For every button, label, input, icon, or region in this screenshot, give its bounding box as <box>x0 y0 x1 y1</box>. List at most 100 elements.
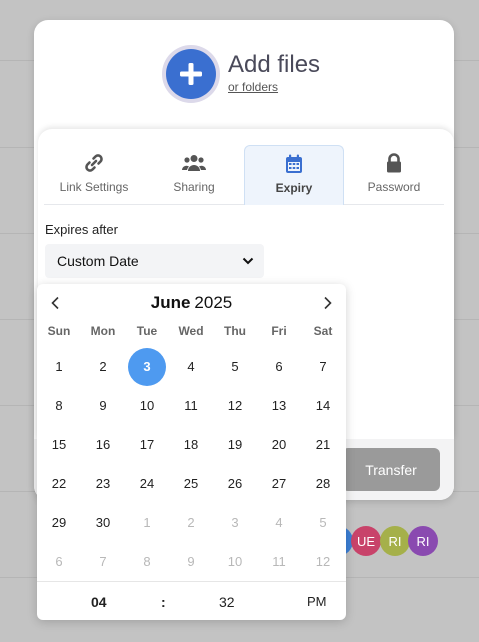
chevron-down-icon <box>242 257 254 265</box>
calendar-day[interactable]: 17 <box>125 425 169 464</box>
add-folders-link[interactable]: or folders <box>228 80 278 94</box>
calendar-day[interactable]: 6 <box>257 347 301 386</box>
calendar-day-next-month[interactable]: 5 <box>301 503 345 542</box>
avatar[interactable]: RI <box>408 526 438 556</box>
avatar[interactable]: UE <box>351 526 381 556</box>
weekday-label: Fri <box>271 324 287 338</box>
calendar-day[interactable]: 16 <box>81 425 125 464</box>
day-number: 23 <box>95 476 111 491</box>
users-icon <box>182 152 206 174</box>
tab-label: Sharing <box>173 180 215 194</box>
day-number: 25 <box>183 476 199 491</box>
calendar-day[interactable]: 4 <box>169 347 213 386</box>
calendar-day[interactable]: 13 <box>257 386 301 425</box>
calendar-day-next-month[interactable]: 12 <box>301 542 345 581</box>
calendar-day-selected[interactable]: 3 <box>125 347 169 386</box>
add-files-title[interactable]: Add files <box>228 52 320 78</box>
calendar-day[interactable]: 14 <box>301 386 345 425</box>
calendar-day[interactable]: 24 <box>125 464 169 503</box>
weekday-label: Thu <box>224 324 246 338</box>
weekday-label: Tue <box>136 324 158 338</box>
calendar-day-next-month[interactable]: 9 <box>169 542 213 581</box>
calendar-week: 29 30 1 2 3 4 5 <box>37 503 346 542</box>
add-files-button-ring[interactable] <box>162 45 220 103</box>
calendar-day[interactable]: 23 <box>81 464 125 503</box>
calendar-day-next-month[interactable]: 11 <box>257 542 301 581</box>
calendar-day[interactable]: 30 <box>81 503 125 542</box>
calendar-day[interactable]: 25 <box>169 464 213 503</box>
calendar-week: 6 7 8 9 10 11 12 <box>37 542 346 581</box>
calendar-day[interactable]: 15 <box>37 425 81 464</box>
expiry-select[interactable]: Custom Date <box>45 244 264 278</box>
day-number: 16 <box>95 437 111 452</box>
calendar-week: 1 2 3 4 5 6 7 <box>37 347 346 386</box>
day-number: 5 <box>319 515 327 530</box>
add-files-area[interactable]: Add files or folders <box>162 45 320 103</box>
calendar-day[interactable]: 29 <box>37 503 81 542</box>
calendar-grid: 1 2 3 4 5 6 7 8 9 10 11 12 13 14 15 16 1… <box>37 347 346 581</box>
calendar-day[interactable]: 8 <box>37 386 81 425</box>
calendar-day[interactable]: 28 <box>301 464 345 503</box>
weekday-label: Sun <box>47 324 71 338</box>
day-number: 29 <box>51 515 67 530</box>
weekday-label: Mon <box>90 324 116 338</box>
calendar-month: June <box>150 293 191 312</box>
tab-link-settings[interactable]: Link Settings <box>44 145 144 205</box>
am-pm-toggle[interactable]: PM <box>307 594 327 609</box>
day-number: 8 <box>143 554 151 569</box>
expiry-select-value: Custom Date <box>57 253 139 269</box>
calendar-day-next-month[interactable]: 3 <box>213 503 257 542</box>
calendar-day[interactable]: 11 <box>169 386 213 425</box>
weekday-label: Wed <box>178 324 204 338</box>
calendar-day[interactable]: 2 <box>81 347 125 386</box>
day-number: 28 <box>315 476 331 491</box>
calendar-day[interactable]: 12 <box>213 386 257 425</box>
tab-sharing[interactable]: Sharing <box>144 145 244 205</box>
calendar-day-next-month[interactable]: 1 <box>125 503 169 542</box>
calendar-day[interactable]: 9 <box>81 386 125 425</box>
settings-tabs: Link Settings Sharing Expiry Password <box>44 145 444 205</box>
calendar-day-next-month[interactable]: 7 <box>81 542 125 581</box>
day-number: 2 <box>187 515 195 530</box>
calendar-day[interactable]: 5 <box>213 347 257 386</box>
tab-label: Expiry <box>275 181 313 195</box>
day-number: 20 <box>271 437 287 452</box>
calendar-day[interactable]: 18 <box>169 425 213 464</box>
day-number: 10 <box>227 554 243 569</box>
calendar-day[interactable]: 20 <box>257 425 301 464</box>
calendar-header: June 2025 <box>37 292 346 314</box>
tab-expiry[interactable]: Expiry <box>244 145 344 205</box>
day-number: 27 <box>271 476 287 491</box>
calendar-day-next-month[interactable]: 6 <box>37 542 81 581</box>
next-month-button[interactable] <box>317 292 339 314</box>
day-number: 22 <box>51 476 67 491</box>
day-number: 2 <box>99 359 107 374</box>
calendar-day[interactable]: 21 <box>301 425 345 464</box>
time-separator: : <box>161 594 166 610</box>
calendar-day-next-month[interactable]: 8 <box>125 542 169 581</box>
calendar-day-next-month[interactable]: 2 <box>169 503 213 542</box>
calendar-day[interactable]: 22 <box>37 464 81 503</box>
calendar-day[interactable]: 19 <box>213 425 257 464</box>
day-number: 5 <box>231 359 239 374</box>
calendar-day[interactable]: 1 <box>37 347 81 386</box>
day-number: 14 <box>315 398 331 413</box>
calendar-day[interactable]: 26 <box>213 464 257 503</box>
weekday-header: Sun Mon Tue Wed Thu Fri Sat <box>37 324 346 338</box>
calendar-day[interactable]: 27 <box>257 464 301 503</box>
hour-input[interactable]: 04 <box>91 594 107 610</box>
minute-input[interactable]: 32 <box>219 594 235 610</box>
calendar-day[interactable]: 7 <box>301 347 345 386</box>
calendar-day-next-month[interactable]: 10 <box>213 542 257 581</box>
chevron-right-icon <box>324 296 332 310</box>
tab-password[interactable]: Password <box>344 145 444 205</box>
avatar[interactable]: RI <box>380 526 410 556</box>
calendar-day[interactable]: 10 <box>125 386 169 425</box>
transfer-button[interactable]: Transfer <box>342 448 440 491</box>
calendar-day-next-month[interactable]: 4 <box>257 503 301 542</box>
add-files-button[interactable] <box>166 49 216 99</box>
day-number: 7 <box>319 359 327 374</box>
calendar-week: 8 9 10 11 12 13 14 <box>37 386 346 425</box>
lock-icon <box>385 152 403 174</box>
day-number: 30 <box>95 515 111 530</box>
